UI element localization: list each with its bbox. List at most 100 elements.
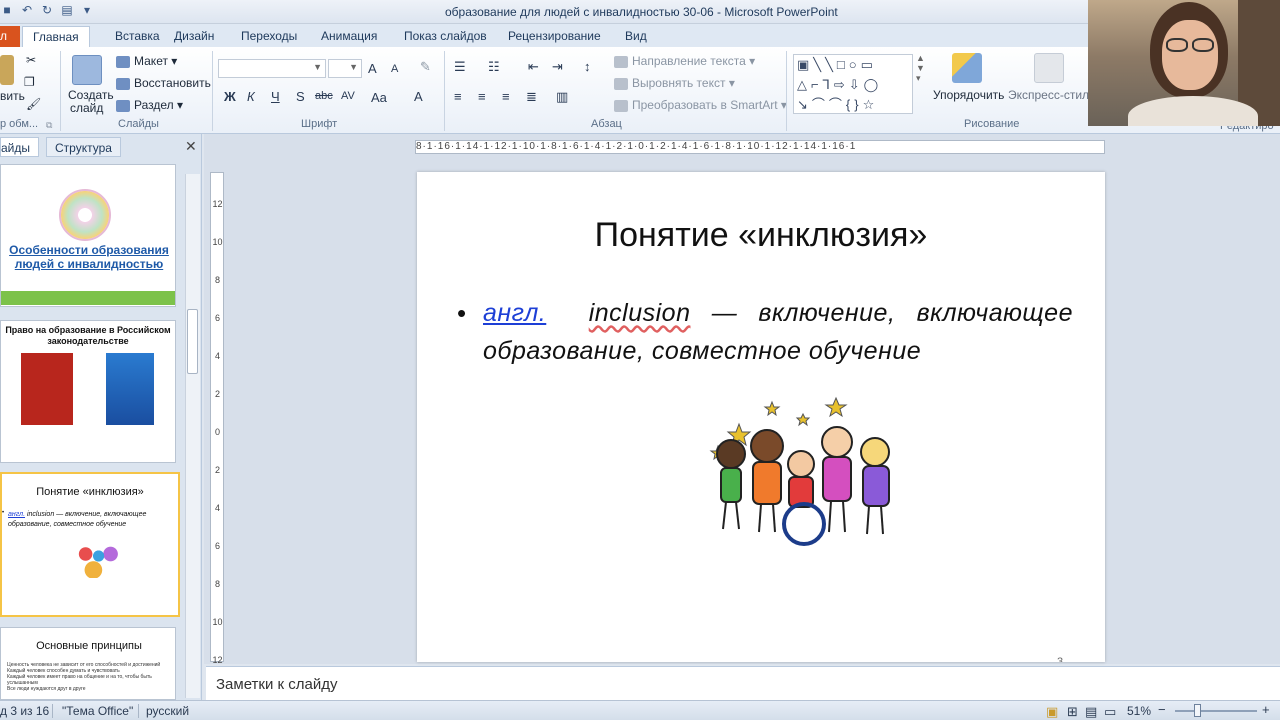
section-button[interactable]: Раздел ▾	[116, 98, 183, 112]
line-spacing-icon[interactable]: ↕	[584, 59, 591, 74]
zoom-slider[interactable]	[1175, 710, 1257, 712]
section-icon	[116, 99, 130, 112]
text-direction-button[interactable]: Направление текста ▾	[614, 54, 755, 68]
tab-transitions[interactable]: Переходы	[241, 29, 297, 43]
slide-thumbnail-1[interactable]: Особенности образования людей с инвалидн…	[0, 164, 176, 307]
slide-body-text[interactable]: англ. inclusion — включение, включающее …	[483, 294, 1073, 370]
strikethrough-button[interactable]: abc	[315, 90, 333, 102]
glasses-left-icon	[1166, 38, 1188, 52]
slideshow-view-icon[interactable]: ▭	[1104, 704, 1116, 720]
notes-placeholder[interactable]: Заметки к слайду	[216, 676, 338, 693]
group-label-drawing: Рисование	[964, 118, 1020, 130]
slide-thumbnail-2[interactable]: Право на образование в Российском законо…	[0, 320, 176, 463]
shapes-gallery[interactable]: ▣╲╲□○▭ △⌐⅂⇨⇩◯ ↘⌒⌒{}☆	[793, 54, 913, 114]
bullets-icon[interactable]: ☰	[454, 59, 466, 75]
slide-title[interactable]: Понятие «инклюзия»	[417, 216, 1105, 255]
thumbnail-lines: Ценность человека не зависит от его спос…	[7, 662, 169, 692]
slide-3[interactable]: Понятие «инклюзия» • англ. inclusion — в…	[417, 172, 1105, 662]
paste-button[interactable]: вить	[0, 89, 25, 103]
normal-view-icon[interactable]: ▣	[1046, 704, 1058, 720]
paste-icon[interactable]	[0, 55, 14, 85]
align-right-icon[interactable]: ≡	[502, 89, 510, 104]
tab-outline-pane[interactable]: Структура	[46, 137, 121, 157]
new-slide-label-2[interactable]: слайд	[70, 101, 103, 115]
align-left-icon[interactable]: ≡	[454, 89, 462, 104]
arrange-icon[interactable]	[952, 53, 982, 83]
slide-thumbnail-3[interactable]: Понятие «инклюзия» • англ. inclusion — в…	[0, 472, 180, 617]
green-stripe	[1, 291, 175, 305]
slide-sorter-icon[interactable]: ⊞	[1067, 704, 1078, 720]
child-figure	[860, 437, 890, 535]
zoom-in-button[interactable]: +	[1262, 702, 1270, 717]
char-spacing-button[interactable]: AV	[341, 90, 355, 102]
thumbnail-text-rest: inclusion — включение, включающее образо…	[8, 511, 147, 528]
glasses-right-icon	[1192, 38, 1214, 52]
clear-format-icon[interactable]: ✎	[420, 59, 431, 75]
tab-file[interactable]: л	[0, 26, 20, 47]
thumbnail-title: Особенности образования людей с инвалидн…	[9, 243, 169, 271]
group-label-font: Шрифт	[301, 118, 338, 130]
zoom-out-button[interactable]: −	[1158, 702, 1166, 717]
notes-pane[interactable]: Заметки к слайду	[206, 666, 1280, 700]
layout-button[interactable]: Макет ▾	[116, 54, 177, 68]
close-icon[interactable]: ✕	[185, 138, 197, 155]
tab-insert[interactable]: Вставка	[115, 29, 160, 43]
change-case-button[interactable]: Aa	[371, 90, 387, 105]
reset-button[interactable]: Восстановить	[116, 76, 211, 90]
increase-indent-icon[interactable]: ⇥	[552, 59, 563, 75]
smartart-button[interactable]: Преобразовать в SmartArt ▾	[614, 98, 787, 112]
cut-icon[interactable]: ✂	[26, 53, 36, 67]
separator	[444, 51, 445, 131]
language-indicator[interactable]: русский	[146, 704, 189, 718]
gallery-scroll-icon[interactable]: ▲ ▼ ▾	[916, 53, 925, 84]
tab-slideshow[interactable]: Показ слайдов	[404, 29, 487, 43]
shrink-font-button[interactable]: A	[391, 63, 398, 75]
slide-text-rest: — включение, включающее образование, сов…	[483, 299, 1073, 365]
columns-icon[interactable]: ▥	[556, 89, 568, 105]
copy-icon[interactable]: ❐	[24, 75, 35, 89]
align-text-button[interactable]: Выровнять текст ▾	[614, 76, 735, 90]
font-color-button[interactable]: A	[414, 89, 423, 104]
new-slide-label[interactable]: Создать	[68, 88, 114, 102]
thumbnails-scrollbar[interactable]	[185, 174, 200, 698]
format-painter-icon[interactable]: 🖌	[26, 97, 41, 111]
redo-icon[interactable]: ↻	[40, 3, 54, 17]
zoom-slider-handle[interactable]	[1194, 704, 1201, 717]
book-cover-image	[106, 353, 154, 425]
italic-button[interactable]: К	[247, 89, 255, 104]
dialog-launcher-icon[interactable]: ⧉	[46, 120, 52, 131]
arrange-button[interactable]: Упорядочить	[933, 88, 1004, 102]
slide-term: inclusion	[588, 299, 691, 327]
reading-view-icon[interactable]: ▤	[1085, 704, 1097, 720]
shadow-button[interactable]: S	[296, 89, 305, 104]
underline-button[interactable]: Ч	[271, 89, 280, 104]
child-figure	[821, 426, 853, 533]
new-slide-icon[interactable]: ▤	[60, 3, 74, 17]
quick-styles-icon[interactable]	[1034, 53, 1064, 83]
tab-home[interactable]: Главная	[22, 26, 90, 48]
slide-thumbnail-4[interactable]: Основные принципы Ценность человека не з…	[0, 627, 176, 700]
font-size-combobox[interactable]: ▼	[328, 59, 362, 78]
tab-view[interactable]: Вид	[625, 29, 647, 43]
bold-button[interactable]: Ж	[224, 89, 236, 104]
scrollbar-thumb[interactable]	[187, 309, 198, 374]
group-label-clipboard: р обм...	[0, 118, 39, 130]
tab-animation[interactable]: Анимация	[321, 29, 377, 43]
font-name-combobox[interactable]: ▼	[218, 59, 326, 78]
quick-styles-button[interactable]: Экспресс-стили	[1008, 88, 1096, 102]
numbering-icon[interactable]: ☷	[488, 59, 500, 75]
decrease-indent-icon[interactable]: ⇤	[528, 59, 539, 75]
justify-icon[interactable]: ≣	[526, 89, 537, 105]
tab-design[interactable]: Дизайн	[174, 29, 214, 43]
customize-qat-icon[interactable]: ▾	[80, 3, 94, 17]
grow-font-button[interactable]: A	[368, 61, 377, 76]
new-slide-icon-large[interactable]	[72, 55, 102, 85]
align-center-icon[interactable]: ≡	[478, 89, 486, 104]
tab-slides-pane[interactable]: айды	[0, 137, 40, 157]
save-icon[interactable]: ■	[0, 3, 14, 17]
tab-review[interactable]: Рецензирование	[508, 29, 601, 43]
undo-icon[interactable]: ↶	[20, 3, 34, 17]
slide-link[interactable]: англ.	[483, 299, 546, 327]
theme-name[interactable]: "Тема Office"	[62, 704, 133, 718]
zoom-level[interactable]: 51%	[1127, 704, 1151, 718]
